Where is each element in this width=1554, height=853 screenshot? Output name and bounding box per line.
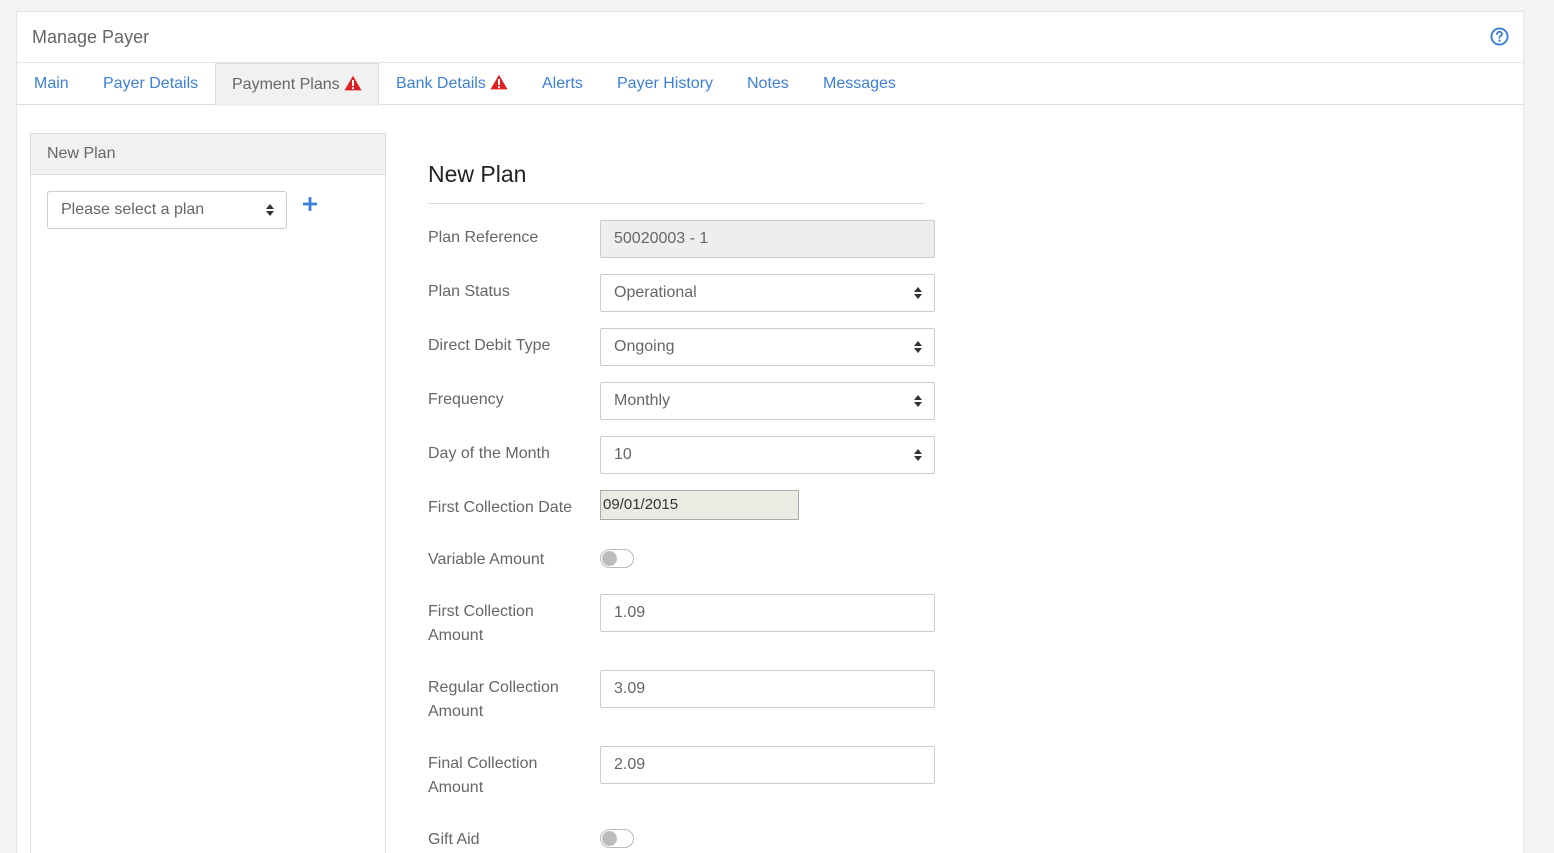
plan-select-placeholder: Please select a plan [61,201,205,218]
tab-notes[interactable]: Notes [747,63,789,105]
plan-select[interactable]: Please select a plan [47,191,287,229]
add-plan-icon[interactable] [302,196,318,212]
tab-payer-history[interactable]: Payer History [617,63,713,105]
gift-aid-label: Gift Aid [428,831,480,848]
tab-payment-plans[interactable]: Payment Plans [215,63,379,106]
form-title: New Plan [428,161,527,187]
manage-payer-card: Manage Payer Main Payer Details Payment … [16,11,1524,853]
tab-messages[interactable]: Messages [823,63,896,105]
gift-aid-toggle[interactable] [600,829,634,848]
plan-list-heading: New Plan [31,134,385,175]
regular-collection-amount-input[interactable]: 3.09 [600,670,935,708]
variable-amount-label: Variable Amount [428,551,545,568]
first-collection-date-input[interactable]: 09/01/2015 [600,490,799,520]
tab-alerts[interactable]: Alerts [542,63,583,105]
form-divider [428,203,925,204]
plan-status-label: Plan Status [428,283,510,300]
page-title: Manage Payer [32,27,150,47]
plan-list-panel: New Plan Please select a plan [30,133,386,853]
plan-status-select[interactable]: Operational [600,274,935,312]
warning-icon [344,75,362,91]
plan-reference-label: Plan Reference [428,229,539,246]
card-header: Manage Payer [17,12,1523,63]
direct-debit-type-select[interactable]: Ongoing [600,328,935,366]
toggle-knob [602,831,617,846]
select-arrows-icon [266,204,274,216]
tab-bar: Main Payer Details Payment Plans Bank De… [17,63,1523,106]
frequency-label: Frequency [428,391,504,408]
day-of-month-label: Day of the Month [428,445,550,462]
help-icon[interactable] [1490,27,1509,46]
toggle-knob [602,551,617,566]
plan-reference-field: 50020003 - 1 [600,220,935,258]
select-arrows-icon [914,341,922,353]
variable-amount-toggle[interactable] [600,549,634,568]
final-collection-amount-label: Final Collection Amount [428,755,538,796]
select-arrows-icon [914,449,922,461]
tab-payer-details[interactable]: Payer Details [103,63,198,105]
first-collection-amount-label: First Collection Amount [428,603,534,644]
direct-debit-type-label: Direct Debit Type [428,337,551,354]
select-arrows-icon [914,287,922,299]
frequency-select[interactable]: Monthly [600,382,935,420]
first-collection-amount-input[interactable]: 1.09 [600,594,935,632]
final-collection-amount-input[interactable]: 2.09 [600,746,935,784]
tab-bank-details[interactable]: Bank Details [396,63,508,105]
regular-collection-amount-label: Regular Collection Amount [428,679,559,720]
day-of-month-select[interactable]: 10 [600,436,935,474]
first-collection-date-label: First Collection Date [428,499,573,516]
warning-icon [490,74,508,90]
select-arrows-icon [914,395,922,407]
tab-main[interactable]: Main [34,63,69,105]
